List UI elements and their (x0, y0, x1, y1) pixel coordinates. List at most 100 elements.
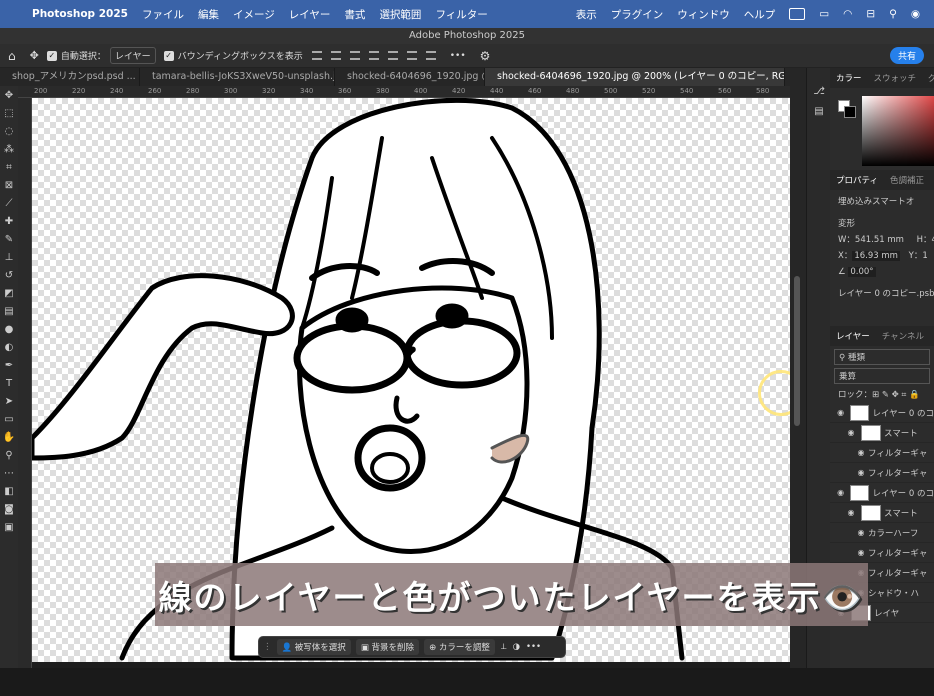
color-swatches-icon[interactable]: ◧ (0, 482, 18, 500)
eyedropper-icon[interactable]: ⟋ (0, 194, 18, 212)
align-center-icon[interactable] (406, 51, 417, 60)
layer-row[interactable]: ◉ カラーハーフ (830, 523, 934, 543)
layer-row[interactable]: ◉ スマート (830, 503, 934, 523)
drag-handle-icon[interactable]: ⋮ (263, 642, 272, 652)
align-right-icon[interactable] (425, 51, 436, 60)
menu-image[interactable]: イメージ (233, 7, 275, 22)
menu-file[interactable]: ファイル (142, 7, 184, 22)
share-button[interactable]: 共有 (889, 47, 924, 64)
align-bottom-icon[interactable] (349, 51, 360, 60)
pen-icon[interactable]: ✒ (0, 356, 18, 374)
screen-mode-icon[interactable]: ▣ (0, 518, 18, 536)
blur-icon[interactable]: ● (0, 320, 18, 338)
adjustment-icon[interactable]: ◑ (513, 642, 520, 652)
app-menu[interactable]: Photoshop 2025 (32, 8, 128, 20)
tab-color[interactable]: カラー (830, 72, 868, 84)
angle-value[interactable]: 0.00° (848, 267, 876, 277)
quick-mask-icon[interactable]: ◙ (0, 500, 18, 518)
x-value[interactable]: 16.93 mm (852, 251, 900, 261)
layer-row[interactable]: ◉フィルターギャ (830, 543, 934, 563)
stamp-icon[interactable]: ⊥ (0, 248, 18, 266)
tab-shocked-1[interactable]: shocked-6404696_1920.jpg @... (335, 68, 485, 86)
menu-plugins[interactable]: プラグイン (611, 7, 664, 22)
tab-properties[interactable]: プロパティ (830, 174, 884, 186)
screen-share-icon[interactable] (789, 8, 806, 20)
gear-icon[interactable]: ⚙ (480, 49, 491, 63)
zoom-icon[interactable]: ⚲ (0, 446, 18, 464)
tab-paths[interactable]: パ (930, 330, 934, 342)
quick-select-icon[interactable]: ⁂ (0, 140, 18, 158)
more-actions-button[interactable]: ••• (526, 642, 541, 652)
auto-select-dropdown[interactable]: レイヤー (109, 47, 156, 64)
move-icon[interactable]: ✥ (0, 86, 18, 104)
layer-kind-filter[interactable]: ⚲ 種類 (834, 349, 930, 365)
align-middle-icon[interactable] (330, 51, 341, 60)
marquee-icon[interactable]: ⬚ (0, 104, 18, 122)
tab-gradients[interactable]: グラデ (922, 72, 934, 84)
width-field[interactable]: W：541.51 mm H：4 (830, 232, 934, 248)
move-tool-icon[interactable]: ✥ (30, 49, 39, 62)
tab-tamara-bellis[interactable]: tamara-bellis-JoKS3XweV50-unsplash.jpg (140, 68, 335, 86)
history-brush-icon[interactable]: ↺ (0, 266, 18, 284)
menu-select[interactable]: 選択範囲 (379, 7, 421, 22)
hand-icon[interactable]: ✋ (0, 428, 18, 446)
tab-c[interactable]: C (930, 175, 934, 185)
visibility-eye-icon[interactable]: ◉ (854, 528, 868, 537)
lock-icons[interactable]: ⊞ ✎ ✥ ⌗ 🔒 (872, 390, 920, 400)
blend-mode-dropdown[interactable]: 乗算 (834, 368, 930, 384)
color-picker-area[interactable] (830, 88, 934, 170)
more-options-button[interactable]: ••• (450, 51, 466, 61)
healing-icon[interactable]: ✚ (0, 212, 18, 230)
bounding-box-checkbox[interactable]: ✓ (163, 50, 174, 61)
crop-icon[interactable]: ⌗ (0, 158, 18, 176)
brush-icon[interactable]: ✎ (0, 230, 18, 248)
angle-field[interactable]: ∠ 0.00° (830, 264, 934, 280)
lasso-icon[interactable]: ◌ (0, 122, 18, 140)
layer-row[interactable]: ◉ レイヤー 0 のコ (830, 403, 934, 423)
menu-edit[interactable]: 編集 (198, 7, 219, 22)
align-top-icon[interactable] (311, 51, 322, 60)
menu-window[interactable]: ウィンドウ (677, 7, 730, 22)
visibility-eye-icon[interactable]: ◉ (854, 448, 868, 457)
background-swatch[interactable] (844, 106, 856, 118)
x-field[interactable]: X： 16.93 mm Y：1 (830, 248, 934, 264)
transform-icon[interactable]: ⟂ (501, 642, 507, 652)
distribute-icon[interactable] (368, 51, 379, 60)
more-tools-icon[interactable]: ⋯ (0, 464, 18, 482)
history-panel-icon[interactable]: ⎇ (810, 82, 828, 100)
visibility-eye-icon[interactable]: ◉ (854, 548, 868, 557)
tab-shop-psd[interactable]: shop_アメリカンpsd.psd ... (0, 68, 140, 86)
dodge-icon[interactable]: ◐ (0, 338, 18, 356)
menu-help[interactable]: ヘルプ (744, 7, 776, 22)
layer-row[interactable]: ◉ レイヤー 0 のコ (830, 483, 934, 503)
scrollbar-thumb[interactable] (794, 276, 800, 426)
comments-panel-icon[interactable]: ▤ (810, 102, 828, 120)
tab-swatches[interactable]: スウォッチ (868, 72, 923, 84)
visibility-eye-icon[interactable]: ◉ (844, 428, 858, 437)
menu-type[interactable]: 書式 (344, 7, 365, 22)
menu-layer[interactable]: レイヤー (289, 7, 331, 22)
visibility-eye-icon[interactable]: ◉ (834, 408, 847, 417)
menu-view[interactable]: 表示 (576, 7, 597, 22)
color-field[interactable] (862, 96, 934, 166)
tab-shocked-active[interactable]: shocked-6404696_1920.jpg @ 200% (レイヤー 0 … (485, 68, 785, 86)
visibility-eye-icon[interactable]: ◉ (834, 488, 847, 497)
shape-icon[interactable]: ▭ (0, 410, 18, 428)
frame-icon[interactable]: ⊠ (0, 176, 18, 194)
tab-layers[interactable]: レイヤー (830, 330, 876, 342)
home-icon[interactable]: ⌂ (8, 49, 16, 63)
align-left-icon[interactable] (387, 51, 398, 60)
auto-select-checkbox[interactable]: ✓ (46, 50, 57, 61)
tab-adjustments[interactable]: 色調補正 (884, 174, 930, 186)
tab-channels[interactable]: チャンネル (876, 330, 930, 342)
eraser-icon[interactable]: ◩ (0, 284, 18, 302)
menu-filter[interactable]: フィルター (435, 7, 487, 22)
layer-row[interactable]: ◉ スマート (830, 423, 934, 443)
adjust-color-button[interactable]: ⊕ カラーを調整 (424, 639, 495, 655)
layer-row[interactable]: ◉フィルターギャ (830, 443, 934, 463)
type-icon[interactable]: T (0, 374, 18, 392)
gradient-icon[interactable]: ▤ (0, 302, 18, 320)
select-subject-button[interactable]: 👤 被写体を選択 (276, 639, 351, 655)
layer-row[interactable]: ◉フィルターギャ (830, 463, 934, 483)
path-select-icon[interactable]: ➤ (0, 392, 18, 410)
